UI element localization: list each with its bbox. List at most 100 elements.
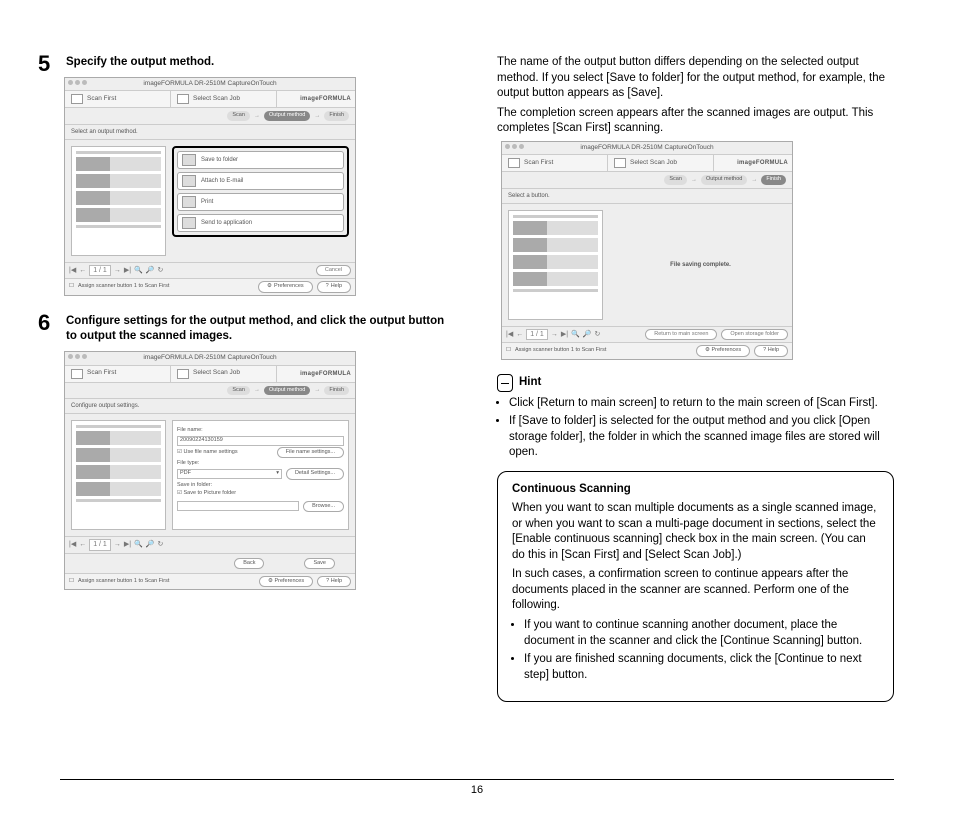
brand-logo: imageFORMULA [277,366,355,382]
continuous-scanning-box: Continuous Scanning When you want to sca… [497,471,894,702]
option-send-label: Send to application [201,219,252,227]
file-name-settings-button[interactable]: File name settings... [277,447,344,458]
main-area: File saving complete. [502,204,792,326]
wizard-steps: Scan→ Output method→ Finish [502,172,792,188]
save-in-folder-label: Save in folder: [177,482,344,489]
cancel-button[interactable]: Cancel [316,265,351,276]
main-area: File name: 20090224130159 ☑ Use file nam… [65,414,355,536]
option-email-label: Attach to E-mail [201,177,243,185]
app-icon [182,217,196,229]
step-5-title: Specify the output method. [60,55,457,71]
preferences-button[interactable]: ⚙ Preferences [259,576,313,587]
tab-label: Scan First [87,369,116,378]
tab-label: Select Scan Job [193,369,240,378]
browse-button[interactable]: Browse... [303,501,344,512]
cs-para-2: In such cases, a confirmation screen to … [512,567,879,614]
cs-list: If you want to continue scanning another… [512,618,879,683]
hint-header: Hint [497,374,894,392]
cs-title: Continuous Scanning [512,482,879,498]
file-type-label: File type: [177,460,344,467]
pill-finish: Finish [761,175,786,184]
option-attach-email[interactable]: Attach to E-mail [177,172,344,190]
hint-item-1: Click [Return to main screen] to return … [509,396,894,412]
page-number: 16 [0,783,954,798]
pill-scan: Scan [227,111,250,120]
brand-logo: imageFORMULA [714,155,792,171]
screenshot-complete: imageFORMULA DR-2510M CaptureOnTouch Sca… [501,141,793,360]
tab-select-scan-job-label: Select Scan Job [193,95,240,104]
back-button[interactable]: Back [234,558,264,569]
save-to-picture-folder-checkbox[interactable]: ☑ Save to Picture folder [177,490,344,497]
footer-bar: ☐Assign scanner button 1 to Scan First ⚙… [502,342,792,358]
action-buttons: Back Save [65,553,355,573]
subhead: Select an output method. [65,125,355,140]
return-main-button[interactable]: Return to main screen [645,329,717,340]
hand-icon [508,158,520,168]
preferences-button[interactable]: ⚙Preferences [258,281,313,292]
window-title: imageFORMULA DR-2510M CaptureOnTouch [65,78,355,92]
hint-icon [497,374,513,392]
subhead: Configure output settings. [65,399,355,414]
window-controls [65,78,90,87]
options-panel: Save to folder Attach to E-mail Print Se… [172,146,349,256]
options-highlight: Save to folder Attach to E-mail Print Se… [172,146,349,237]
columns: 5 Specify the output method. imageFORMUL… [60,55,894,702]
footer-bar: ☐Assign scanner button 1 to Scan First ⚙… [65,278,355,294]
save-path-field[interactable] [177,501,299,511]
step-6-title: Configure settings for the output method… [60,314,457,345]
option-save-to-folder[interactable]: Save to folder [177,151,344,169]
output-settings-form: File name: 20090224130159 ☑ Use file nam… [172,420,349,530]
footer-rule [60,779,894,780]
mail-icon [182,175,196,187]
option-print[interactable]: Print [177,193,344,211]
file-name-field[interactable]: 20090224130159 [177,436,344,446]
scanner-icon [177,94,189,104]
tab-select-scan-job[interactable]: Select Scan Job [171,91,277,107]
pill-finish: Finish [324,386,349,395]
file-type-select[interactable]: PDF▾ [177,469,282,479]
pill-output: Output method [701,175,747,184]
window-title: imageFORMULA DR-2510M CaptureOnTouch [502,142,792,156]
help-button[interactable]: ? Help [754,345,788,356]
tab-scan-first[interactable]: Scan First [502,155,608,171]
window-controls [502,142,527,151]
assign-label: Assign scanner button 1 to Scan First [78,283,169,290]
tab-scan-first[interactable]: Scan First [65,366,171,382]
detail-settings-button[interactable]: Detail Settings... [286,468,344,479]
tab-scan-first-label: Scan First [87,95,116,104]
page-preview [71,146,166,256]
intro-para-1: The name of the output button differs de… [497,55,894,102]
tab-label: Select Scan Job [630,159,677,168]
step-5: 5 Specify the output method. imageFORMUL… [60,55,457,296]
preferences-button[interactable]: ⚙ Preferences [696,345,750,356]
preview-toolbar: |◀←1 / 1→▶|🔍🔎↻ [65,536,355,552]
step-5-number: 5 [38,49,50,79]
tabs: Scan First Select Scan Job imageFORMULA [65,366,355,383]
file-name-label: File name: [177,427,344,434]
pill-output: Output method [264,111,310,120]
help-button[interactable]: ? Help [317,576,351,587]
pill-scan: Scan [664,175,687,184]
status-message: File saving complete. [609,204,792,326]
left-column: 5 Specify the output method. imageFORMUL… [60,55,457,702]
hint-title: Hint [519,375,541,391]
screenshot-output-settings: imageFORMULA DR-2510M CaptureOnTouch Sca… [64,351,356,591]
subhead: Select a button. [502,189,792,204]
option-print-label: Print [201,198,213,206]
option-send-to-app[interactable]: Send to application [177,214,344,232]
help-button[interactable]: ?Help [317,281,351,292]
save-button[interactable]: Save [304,558,335,569]
window-title: imageFORMULA DR-2510M CaptureOnTouch [65,352,355,366]
tab-select-scan-job[interactable]: Select Scan Job [608,155,714,171]
right-column: The name of the output button differs de… [497,55,894,702]
intro-para-2: The completion screen appears after the … [497,106,894,137]
cs-para-1: When you want to scan multiple documents… [512,501,879,563]
open-storage-folder-button[interactable]: Open storage folder [721,329,788,340]
window-controls [65,352,90,361]
use-filename-settings-checkbox[interactable]: ☑ Use file name settings [177,449,238,456]
tab-scan-first[interactable]: Scan First [65,91,171,107]
tab-select-scan-job[interactable]: Select Scan Job [171,366,277,382]
footer-bar: ☐Assign scanner button 1 to Scan First ⚙… [65,573,355,589]
printer-icon [182,196,196,208]
main-area: Save to folder Attach to E-mail Print Se… [65,140,355,262]
